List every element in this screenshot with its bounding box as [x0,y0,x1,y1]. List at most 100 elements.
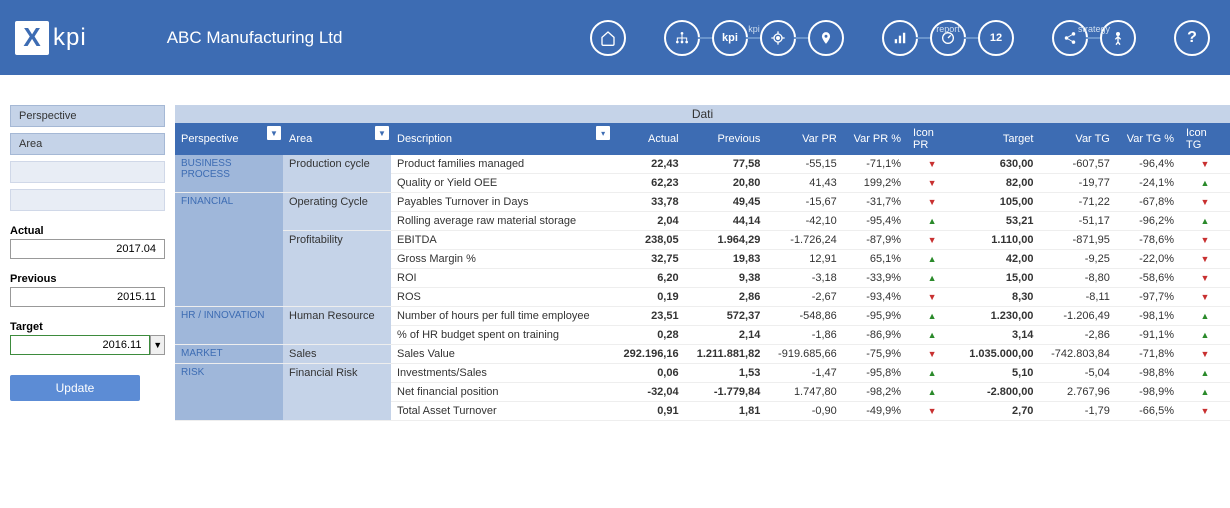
varprpct-cell: -71,1% [843,155,907,174]
varpr-cell: -1,86 [766,326,842,345]
actual-cell: 33,78 [612,193,684,212]
filter-icon[interactable]: ▾ [596,126,610,140]
vartg-cell: -607,57 [1039,155,1115,174]
varprpct-cell: -95,4% [843,212,907,231]
hierarchy-icon[interactable] [664,20,700,56]
previous-cell: 20,80 [685,174,767,193]
previous-cell: 19,83 [685,250,767,269]
col-perspective[interactable]: Perspective▼ [175,123,283,155]
col-var-pr[interactable]: Var PR [766,123,842,155]
col-target[interactable]: Target [957,123,1039,155]
vartg-cell: -871,95 [1039,231,1115,250]
desc-cell: Payables Turnover in Days [391,193,612,212]
previous-cell: -1.779,84 [685,383,767,402]
perspective-cell: BUSINESS PROCESS [175,155,283,193]
iconpr-cell: ▼ [907,402,957,421]
data-table: Perspective▼ Area▼ Description▾ Actual P… [175,123,1230,421]
col-icon-tg[interactable]: Icon TG [1180,123,1230,155]
vartgpct-cell: -24,1% [1116,174,1180,193]
target-cell: 8,30 [957,288,1039,307]
target-input[interactable] [10,335,150,355]
target-cell: 82,00 [957,174,1039,193]
iconpr-cell: ▼ [907,193,957,212]
target-cell: 5,10 [957,364,1039,383]
vartgpct-cell: -22,0% [1116,250,1180,269]
icontg-cell: ▲ [1180,383,1230,402]
vartg-cell: 2.767,96 [1039,383,1115,402]
target-cell: 2,70 [957,402,1039,421]
col-icon-pr[interactable]: Icon PR [907,123,957,155]
target-cell: 1.035.000,00 [957,345,1039,364]
vartg-cell: -742.803,84 [1039,345,1115,364]
actual-input[interactable] [10,239,165,259]
help-icon[interactable]: ? [1174,20,1210,56]
nav-group-kpi: kpi kpi [664,20,844,56]
area-filter[interactable]: Area [10,133,165,155]
varprpct-cell: -33,9% [843,269,907,288]
col-description[interactable]: Description▾ [391,123,612,155]
iconpr-cell: ▲ [907,326,957,345]
desc-cell: EBITDA [391,231,612,250]
varprpct-cell: -95,9% [843,307,907,326]
crosshair-icon[interactable] [760,20,796,56]
area-cell: Operating Cycle [283,193,391,231]
previous-cell: 1.211.881,82 [685,345,767,364]
kpi-text-icon[interactable]: kpi [712,20,748,56]
actual-cell: 238,05 [612,231,684,250]
actual-cell: 0,06 [612,364,684,383]
vartg-cell: -19,77 [1039,174,1115,193]
calendar-icon[interactable]: 12 [978,20,1014,56]
previous-cell: 77,58 [685,155,767,174]
desc-cell: Product families managed [391,155,612,174]
sidebar: Perspective Area Actual Previous Target … [0,105,175,421]
col-var-tg-pct[interactable]: Var TG % [1116,123,1180,155]
varpr-cell: -3,18 [766,269,842,288]
location-icon[interactable] [808,20,844,56]
chart-icon[interactable] [882,20,918,56]
col-area[interactable]: Area▼ [283,123,391,155]
varprpct-cell: 65,1% [843,250,907,269]
actual-cell: -32,04 [612,383,684,402]
update-button[interactable]: Update [10,375,140,401]
table-row: ProfitabilityEBITDA238,051.964,29-1.726,… [175,231,1230,250]
col-actual[interactable]: Actual [612,123,684,155]
perspective-cell: MARKET [175,345,283,364]
varprpct-cell: -98,2% [843,383,907,402]
desc-cell: Total Asset Turnover [391,402,612,421]
desc-cell: Gross Margin % [391,250,612,269]
filter-icon[interactable]: ▼ [267,126,281,140]
icontg-cell: ▼ [1180,345,1230,364]
icontg-cell: ▲ [1180,326,1230,345]
logo-text: kpi [53,24,87,52]
vartgpct-cell: -97,7% [1116,288,1180,307]
main-table-area: Dati Perspective▼ Area▼ Description▾ Act… [175,105,1230,421]
vartgpct-cell: -96,4% [1116,155,1180,174]
target-cell: 630,00 [957,155,1039,174]
col-var-tg[interactable]: Var TG [1039,123,1115,155]
filter-icon[interactable]: ▼ [375,126,389,140]
target-cell: 15,00 [957,269,1039,288]
varprpct-cell: -95,8% [843,364,907,383]
table-row: FINANCIALOperating CyclePayables Turnove… [175,193,1230,212]
col-previous[interactable]: Previous [685,123,767,155]
icontg-cell: ▼ [1180,402,1230,421]
desc-cell: ROS [391,288,612,307]
table-row: RISKFinancial RiskInvestments/Sales0,061… [175,364,1230,383]
varprpct-cell: -31,7% [843,193,907,212]
content: Perspective Area Actual Previous Target … [0,105,1230,421]
logo-mark: X [15,21,49,55]
actual-cell: 32,75 [612,250,684,269]
iconpr-cell: ▼ [907,174,957,193]
col-var-pr-pct[interactable]: Var PR % [843,123,907,155]
empty-filter-2[interactable] [10,189,165,211]
empty-filter-1[interactable] [10,161,165,183]
perspective-filter[interactable]: Perspective [10,105,165,127]
target-dropdown-icon[interactable]: ▼ [150,335,165,355]
previous-cell: 2,86 [685,288,767,307]
home-icon[interactable] [590,20,626,56]
previous-input[interactable] [10,287,165,307]
actual-cell: 62,23 [612,174,684,193]
icontg-cell: ▼ [1180,155,1230,174]
actual-cell: 6,20 [612,269,684,288]
iconpr-cell: ▲ [907,364,957,383]
